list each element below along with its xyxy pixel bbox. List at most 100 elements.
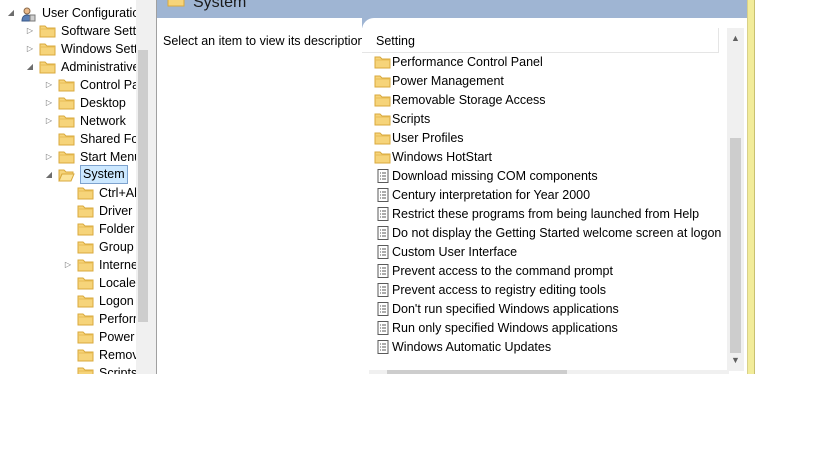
tree-item-label: Start Menu and Taskbar <box>80 150 136 164</box>
folder-icon <box>167 0 185 10</box>
expanded-arrow-icon[interactable]: ◢ <box>25 58 35 76</box>
list-item-label: Download missing COM components <box>392 169 598 183</box>
content-header: System <box>157 0 747 18</box>
list-item-label: Prevent access to the command prompt <box>392 264 613 278</box>
tree-item-label: System <box>80 165 128 184</box>
folder-icon <box>58 114 75 133</box>
list-item-label: Don't run specified Windows applications <box>392 302 619 316</box>
folder-icon <box>77 258 94 277</box>
folder-icon <box>77 366 94 374</box>
list-item-label: Removable Storage Access <box>392 93 546 107</box>
list-item-label: Performance Control Panel <box>392 55 543 69</box>
pane-splitter[interactable] <box>150 0 157 374</box>
list-item[interactable]: Century interpretation for Year 2000 <box>362 186 719 205</box>
list-item[interactable]: Prevent access to the command prompt <box>362 262 719 281</box>
tree-item-label: Scripts <box>99 366 136 374</box>
list-item-label: Century interpretation for Year 2000 <box>392 188 591 202</box>
tree-item-label: Ctrl+Alt+Del Options <box>99 186 136 200</box>
list-item-label: Scripts <box>392 112 431 126</box>
collapsed-arrow-icon[interactable]: ▷ <box>25 22 35 40</box>
tree-item-label: Network <box>80 114 126 128</box>
collapsed-arrow-icon[interactable]: ▷ <box>25 40 35 58</box>
list-item[interactable]: User Profiles <box>362 129 719 148</box>
content-header-title: System <box>193 0 247 11</box>
list-vertical-scrollbar[interactable]: ▲ ▼ <box>727 28 744 371</box>
collapsed-arrow-icon[interactable]: ▷ <box>44 76 54 94</box>
navigation-tree[interactable]: ◢ User Configuration ▷ Software Settings ▷ Wi… <box>0 0 136 374</box>
content-pane: System Select an item to view its descri… <box>157 0 747 374</box>
folder-icon <box>77 294 94 313</box>
tree-item-label: Logon <box>99 294 134 308</box>
folder-icon <box>77 186 94 205</box>
tree-item-label: Desktop <box>80 96 126 110</box>
list-item[interactable]: Download missing COM components <box>362 167 719 186</box>
collapsed-arrow-icon[interactable]: ▷ <box>44 148 54 166</box>
tree-item-label: User Configuration <box>42 6 136 20</box>
tree-item-label: Internet Communication Management <box>99 258 136 272</box>
folder-icon <box>39 42 56 61</box>
folder-icon <box>77 330 94 349</box>
folder-icon <box>58 132 75 151</box>
list-item[interactable]: Prevent access to registry editing tools <box>362 281 719 300</box>
scroll-down-arrow-icon[interactable]: ▼ <box>727 352 744 369</box>
list-item[interactable]: Windows HotStart <box>362 148 719 167</box>
folder-icon <box>77 222 94 241</box>
tree-item-label: Removable Storage Access <box>99 348 136 362</box>
list-item-label: Windows Automatic Updates <box>392 340 552 354</box>
list-item[interactable]: Do not display the Getting Started welco… <box>362 224 722 243</box>
list-item-label: Custom User Interface <box>392 245 518 259</box>
folder-icon <box>77 348 94 367</box>
list-item[interactable]: Don't run specified Windows applications <box>362 300 719 319</box>
list-item[interactable]: Performance Control Panel <box>362 53 719 72</box>
list-item-label: Prevent access to registry editing tools <box>392 283 606 297</box>
list-horizontal-scrollbar[interactable] <box>369 370 729 374</box>
column-separator[interactable] <box>718 28 719 52</box>
list-item-label: Restrict these programs from being launc… <box>392 207 700 221</box>
tree-vertical-scrollbar[interactable] <box>136 0 150 374</box>
horizontal-scrollbar-thumb[interactable] <box>387 370 567 374</box>
tree-item-label: Performance Control Panel <box>99 312 136 326</box>
folder-icon <box>39 24 56 43</box>
folder-icon <box>77 312 94 331</box>
list-scrollbar-thumb[interactable] <box>730 138 741 353</box>
column-header-setting[interactable]: Setting <box>362 28 719 53</box>
folder-icon <box>77 240 94 259</box>
tree-item-label: Windows Settings <box>61 42 136 56</box>
list-item[interactable]: Restrict these programs from being launc… <box>362 205 719 224</box>
tree-scrollbar-thumb[interactable] <box>138 50 148 322</box>
list-item[interactable]: Run only specified Windows applications <box>362 319 719 338</box>
window-edge <box>747 0 755 374</box>
list-item-label: User Profiles <box>392 131 464 145</box>
policy-setting-icon <box>377 340 389 360</box>
list-item-label: Do not display the Getting Started welco… <box>392 226 722 240</box>
tree-item-label: Group Policy <box>99 240 136 254</box>
tree-item-label: Administrative Templates <box>61 60 136 74</box>
column-header-label: Setting <box>376 34 415 48</box>
scroll-up-arrow-icon[interactable]: ▲ <box>727 30 744 47</box>
collapsed-arrow-icon[interactable]: ▷ <box>44 112 54 130</box>
settings-list[interactable]: Setting Performance Control Panel Power M… <box>362 28 747 374</box>
list-item[interactable]: Custom User Interface <box>362 243 719 262</box>
list-item[interactable]: Power Management <box>362 72 719 91</box>
description-text: Select an item to view its description. <box>163 34 368 48</box>
list-item[interactable]: Scripts <box>362 110 719 129</box>
expanded-arrow-icon[interactable]: ◢ <box>6 4 16 22</box>
folder-icon <box>58 150 75 169</box>
expanded-arrow-icon[interactable]: ◢ <box>44 166 54 184</box>
collapsed-arrow-icon[interactable]: ▷ <box>44 94 54 112</box>
tree-item-label: Locale Services <box>99 276 136 290</box>
list-item[interactable]: Windows Automatic Updates <box>362 338 719 357</box>
folder-icon <box>77 204 94 223</box>
list-item-label: Power Management <box>392 74 504 88</box>
tree-item-label: Driver Installation <box>99 204 136 218</box>
list-item[interactable]: Removable Storage Access <box>362 91 719 110</box>
collapsed-arrow-icon[interactable]: ▷ <box>63 256 73 274</box>
tree-item-label: Power Management <box>99 330 136 344</box>
list-item-label: Windows HotStart <box>392 150 493 164</box>
